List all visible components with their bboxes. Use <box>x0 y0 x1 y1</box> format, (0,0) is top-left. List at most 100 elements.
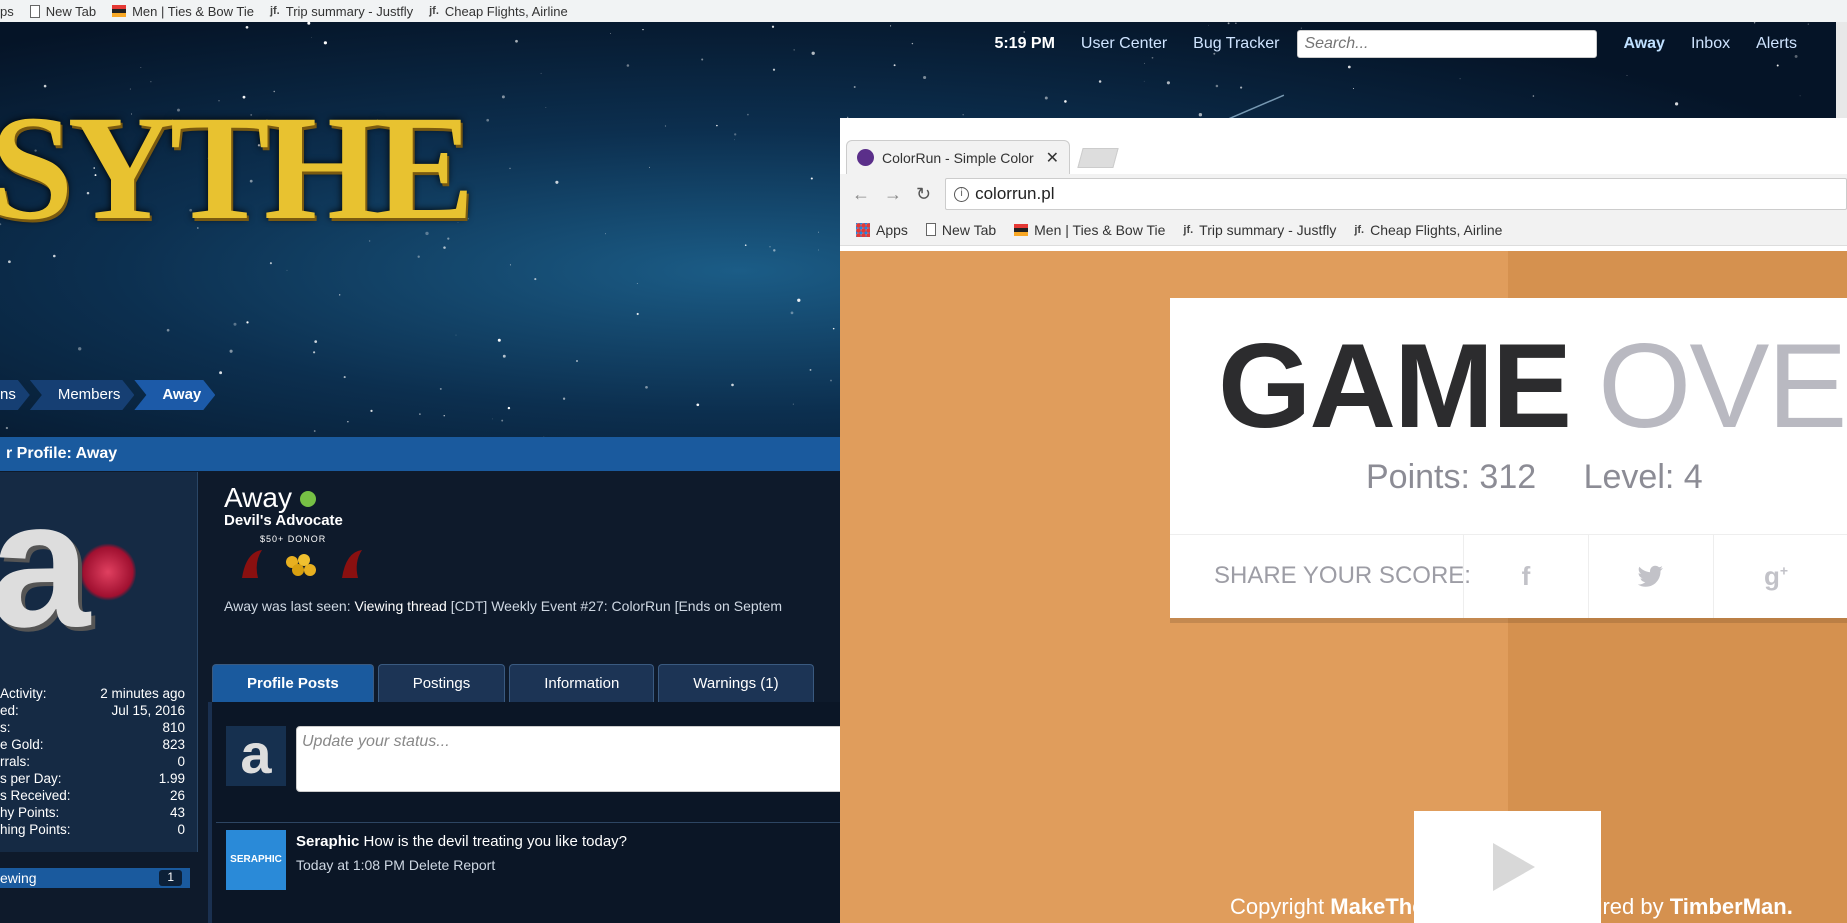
forum-top-nav: 5:19 PM User Center Bug Tracker Away Inb… <box>0 22 1847 66</box>
twitter-icon <box>1638 565 1663 587</box>
account-link[interactable]: Away <box>1623 35 1665 53</box>
bookmark-cheap-flights[interactable]: jf. Cheap Flights, Airline <box>429 4 568 19</box>
last-seen-thread-link[interactable]: [CDT] Weekly Event #27: ColorRun [Ends o… <box>451 598 782 614</box>
colorrun-game: GAMEOVER Points: 312 Level: 4 SHARE YOUR… <box>840 251 1847 923</box>
game-over-card: GAMEOVER Points: 312 Level: 4 SHARE YOUR… <box>1170 298 1847 618</box>
apps-icon <box>856 222 870 237</box>
status-input[interactable]: Update your status... <box>296 726 856 792</box>
page-icon <box>29 4 40 18</box>
flag-icon <box>112 5 127 17</box>
level-value: 4 <box>1683 458 1703 496</box>
bookmark-apps-partial[interactable]: ps <box>0 4 14 19</box>
user-title: Devil's Advocate <box>224 512 343 529</box>
bookmark-men-ties[interactable]: Men | Ties & Bow Tie <box>1014 222 1165 238</box>
profile-avatar[interactable]: a <box>0 475 140 660</box>
post-author-link[interactable]: Seraphic <box>296 833 359 850</box>
profile-post: Seraphic How is the devil treating you l… <box>296 833 627 850</box>
jf-icon: jf. <box>1183 223 1194 236</box>
site-logo[interactable]: SYTHE <box>0 82 475 254</box>
profile-username: Away <box>224 482 316 514</box>
makethewebsite-link[interactable]: MakeTheWeb. <box>1330 894 1476 919</box>
share-google-plus-button[interactable]: g+ <box>1713 534 1838 618</box>
browser-tab-colorrun[interactable]: ColorRun - Simple Color ✕ <box>846 140 1070 174</box>
profile-sidebar: a Activity: 2 minutes ago ed: Jul 15, 2016… <box>0 472 198 852</box>
facebook-icon: f <box>1521 560 1531 591</box>
info-icon[interactable]: i <box>954 186 970 202</box>
timberman-link[interactable]: TimberMan. <box>1670 894 1793 919</box>
points-value: 312 <box>1479 458 1537 496</box>
browser-toolbar: ← → ↻ i colorrun.pl <box>840 174 1847 214</box>
stat-row: s per Day: 1.99 <box>0 771 185 786</box>
jf-icon: jf. <box>269 5 280 17</box>
browser-bookmarks-bar: Apps New Tab Men | Ties & Bow Tie jf. Tri… <box>840 214 1847 246</box>
stat-row: hing Points: 0 <box>0 822 185 837</box>
breadcrumb-forums[interactable]: ns <box>0 380 30 410</box>
donor-label: $50+ DONOR <box>260 534 327 544</box>
online-status-icon <box>299 491 316 507</box>
play-icon <box>1492 843 1535 891</box>
post-delete-link[interactable]: Delete <box>409 857 449 873</box>
share-twitter-button[interactable] <box>1588 534 1713 618</box>
inspired-footer: Inspired by TimberMan. <box>1556 894 1793 919</box>
bookmark-new-tab[interactable]: New Tab <box>925 222 996 238</box>
stat-row: hy Points: 43 <box>0 805 185 820</box>
browser-tabstrip: ColorRun - Simple Color ✕ <box>840 118 1847 174</box>
background-bookmarks-bar: ps New Tab Men | Ties & Bow Tie jf. Trip … <box>0 0 1847 22</box>
favicon-icon <box>857 149 874 166</box>
tab-profile-posts[interactable]: Profile Posts <box>212 664 374 702</box>
bookmark-trip-summary[interactable]: jf. Trip summary - Justfly <box>270 4 413 19</box>
alerts-link[interactable]: Alerts <box>1756 35 1797 53</box>
post-report-link[interactable]: Report <box>453 857 495 873</box>
stat-row: Activity: 2 minutes ago <box>0 686 185 701</box>
share-label: SHARE YOUR SCORE: <box>1214 562 1471 589</box>
donor-badge-icon <box>242 550 362 578</box>
profile-tabs: Profile Posts Postings Information Warni… <box>212 664 814 702</box>
profile-main: Away Devil's Advocate $50+ DONOR Away wa… <box>200 472 856 923</box>
new-tab-button[interactable] <box>1077 148 1119 168</box>
viewing-label: ewing <box>0 870 37 886</box>
forum-search-input[interactable] <box>1297 30 1598 58</box>
tab-information[interactable]: Information <box>509 664 655 702</box>
profile-posts-panel: a Update your status... SERAPHIC Seraphi… <box>208 702 856 923</box>
jf-icon: jf. <box>429 5 439 17</box>
bookmark-trip-summary[interactable]: jf. Trip summary - Justfly <box>1183 222 1336 238</box>
profile-header: r Profile: Away <box>0 437 845 471</box>
background-scrollbar[interactable] <box>1836 22 1847 118</box>
breadcrumb-away[interactable]: Away <box>134 380 215 410</box>
post-author-avatar[interactable]: SERAPHIC <box>226 830 286 890</box>
last-seen-action: Viewing thread <box>354 598 447 614</box>
close-icon[interactable]: ✕ <box>1046 148 1059 168</box>
post-meta: Today at 1:08 PM Delete Report <box>296 857 495 873</box>
stat-row: e Gold: 823 <box>0 737 185 752</box>
flag-icon <box>1014 223 1029 236</box>
viewing-bar: ewing 1 <box>0 868 190 888</box>
bug-tracker-link[interactable]: Bug Tracker <box>1193 35 1279 53</box>
stat-row: s: 810 <box>0 720 185 735</box>
url-text: colorrun.pl <box>975 184 1055 203</box>
bookmark-cheap-flights[interactable]: jf. Cheap Flights, Airline <box>1354 222 1502 238</box>
last-seen: Away was last seen: Viewing thread [CDT]… <box>224 598 782 614</box>
bookmark-apps[interactable]: Apps <box>856 222 908 238</box>
profile-stats: Activity: 2 minutes ago ed: Jul 15, 2016 s… <box>0 685 185 838</box>
reload-icon[interactable]: ↻ <box>916 184 931 205</box>
post-message: How is the devil treating you like today… <box>363 833 628 850</box>
foreground-browser-window: ColorRun - Simple Color ✕ ← → ↻ i colorr… <box>840 118 1847 923</box>
bookmark-men-ties[interactable]: Men | Ties & Bow Tie <box>112 4 254 19</box>
score-line: Points: 312 Level: 4 <box>1366 458 1703 496</box>
page-icon <box>925 223 936 236</box>
tab-title: ColorRun - Simple Color <box>882 149 1034 166</box>
user-center-link[interactable]: User Center <box>1081 35 1167 53</box>
forward-icon[interactable]: → <box>884 184 902 205</box>
tab-postings[interactable]: Postings <box>377 664 506 702</box>
back-icon[interactable]: ← <box>852 184 870 205</box>
viewing-count-badge: 1 <box>159 870 182 886</box>
share-facebook-button[interactable]: f <box>1463 534 1588 618</box>
inbox-link[interactable]: Inbox <box>1691 35 1730 53</box>
tab-warnings[interactable]: Warnings (1) <box>658 664 814 702</box>
address-bar[interactable]: i colorrun.pl <box>945 178 1847 210</box>
breadcrumb-members[interactable]: Members <box>30 380 135 410</box>
status-avatar: a <box>226 726 286 786</box>
bookmark-new-tab[interactable]: New Tab <box>29 4 96 19</box>
jf-icon: jf. <box>1354 223 1365 236</box>
clock: 5:19 PM <box>994 35 1055 52</box>
